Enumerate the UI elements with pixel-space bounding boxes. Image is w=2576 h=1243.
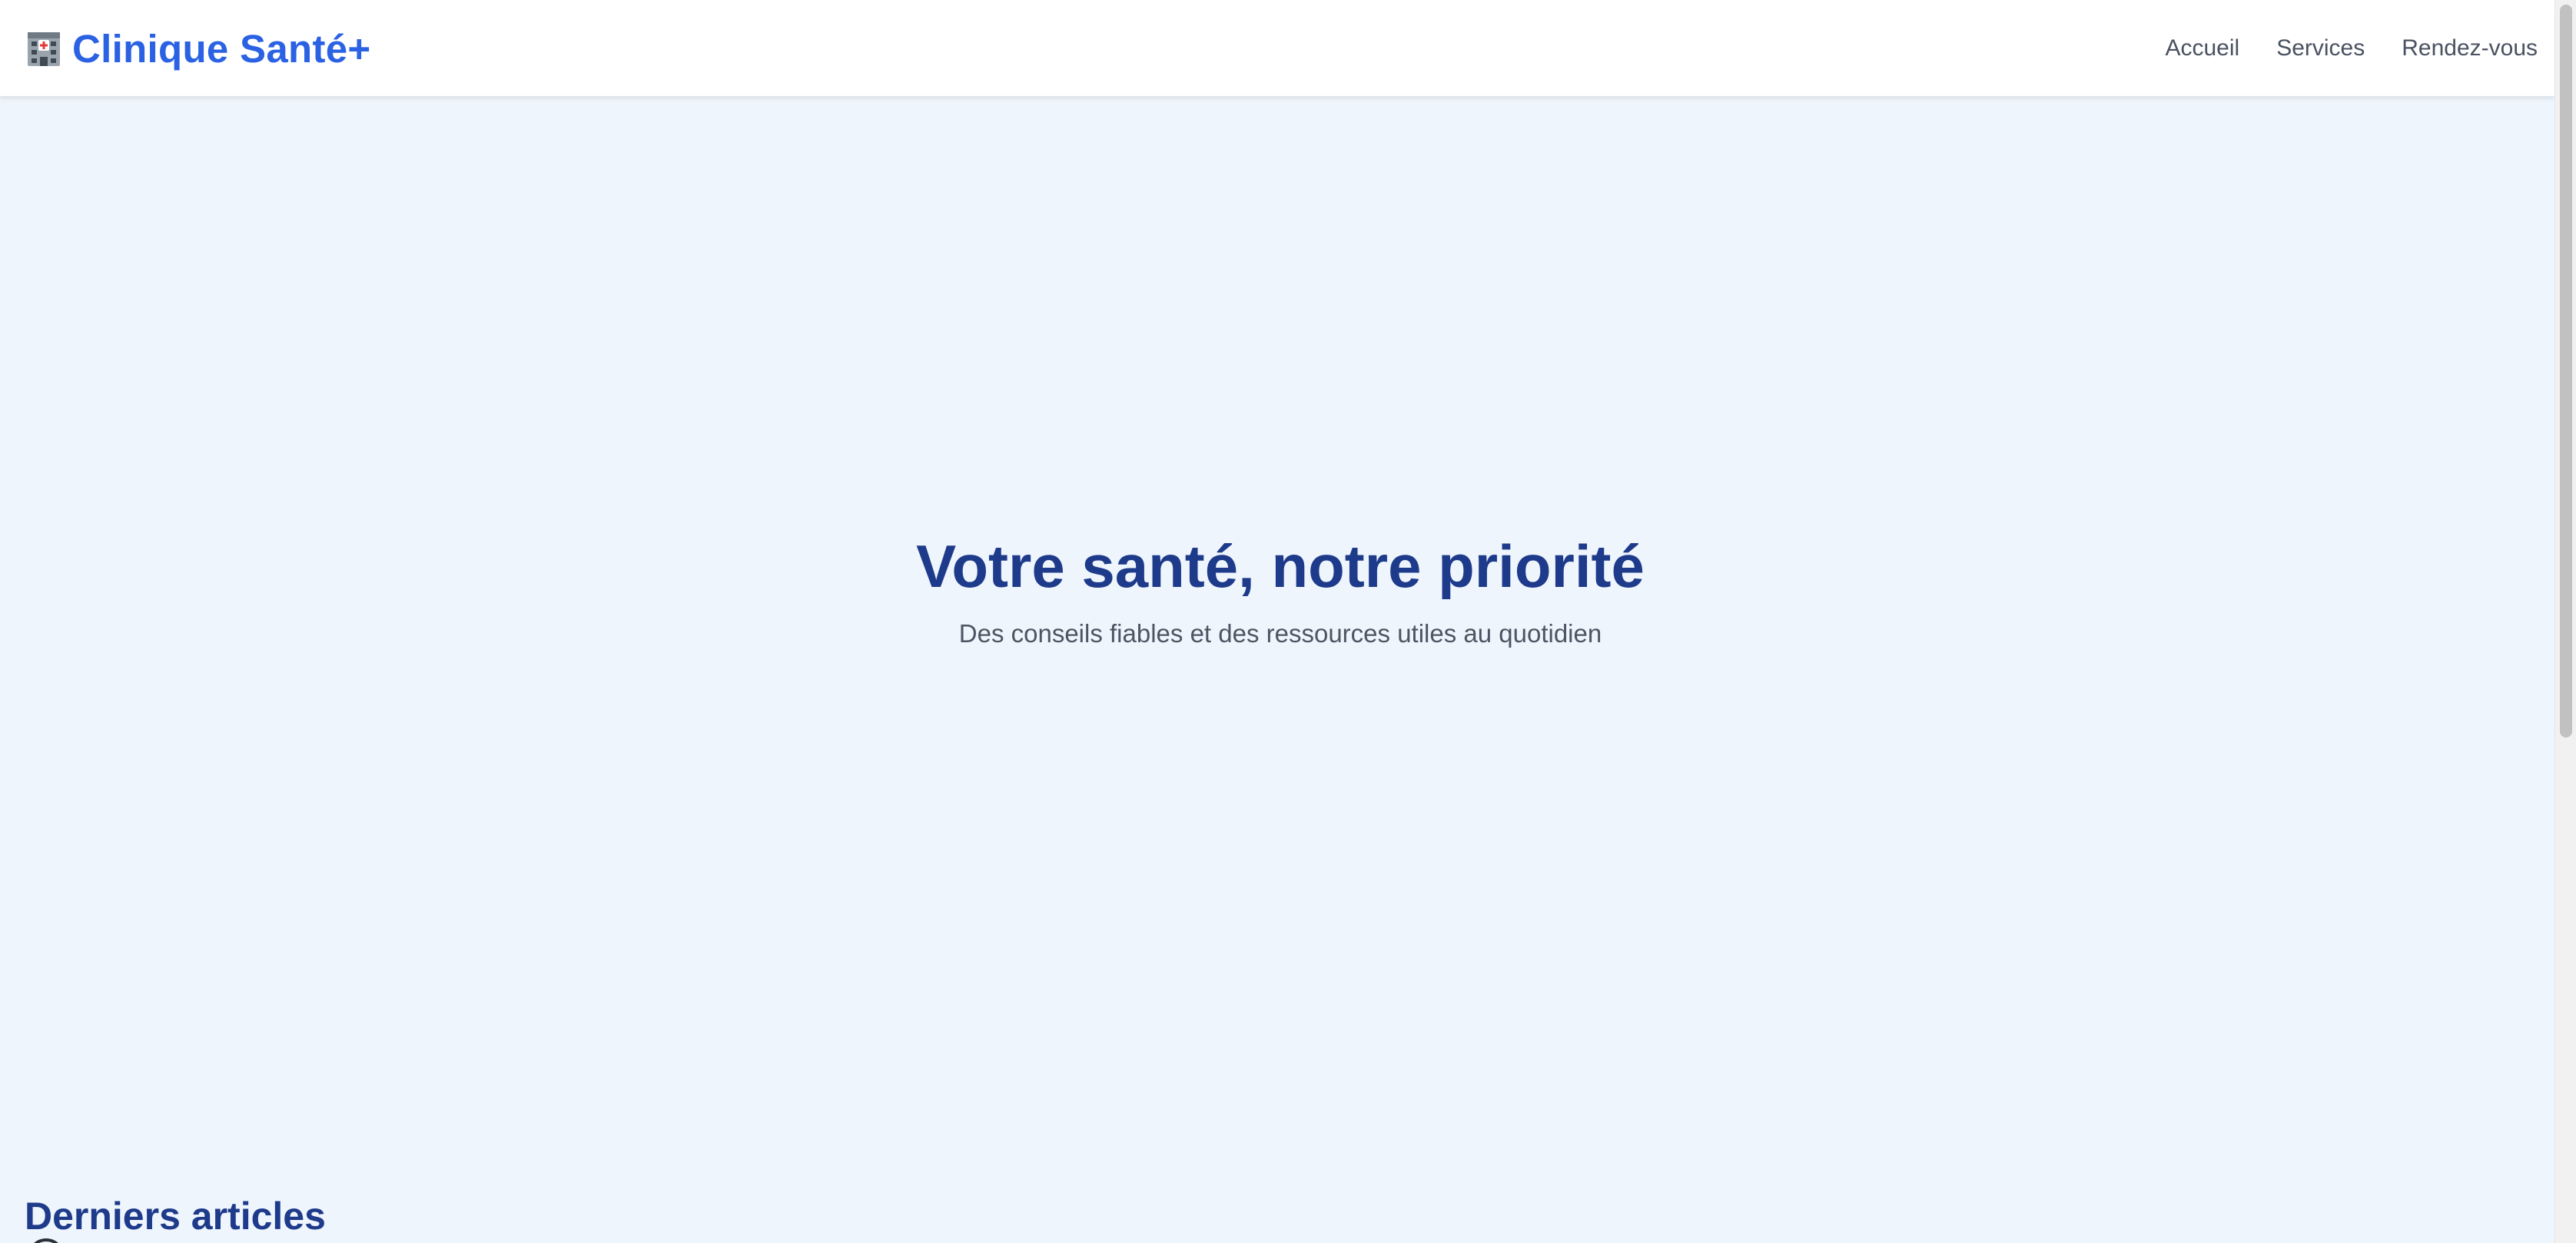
nav-link-accueil[interactable]: Accueil (2165, 35, 2239, 61)
scrollbar-thumb[interactable] (2560, 5, 2572, 738)
hospital-icon (28, 32, 60, 66)
nav-link-services[interactable]: Services (2276, 35, 2365, 61)
main-nav: Accueil Services Rendez-vous (2165, 0, 2538, 97)
hero-title: Votre santé, notre priorité (916, 532, 1645, 600)
brand-name: Clinique Santé+ (72, 26, 371, 71)
articles-heading: Derniers articles (25, 1195, 326, 1238)
site-header: Clinique Santé+ Accueil Services Rendez-… (0, 0, 2554, 97)
hero-subtitle: Des conseils fiables et des ressources u… (958, 619, 1602, 648)
page-scrollbar[interactable] (2554, 0, 2576, 1243)
hero-section: Votre santé, notre priorité Des conseils… (0, 97, 2554, 1088)
brand-logo[interactable]: Clinique Santé+ (25, 22, 371, 75)
article-icon (28, 1238, 65, 1243)
nav-link-rendez-vous[interactable]: Rendez-vous (2402, 35, 2538, 61)
